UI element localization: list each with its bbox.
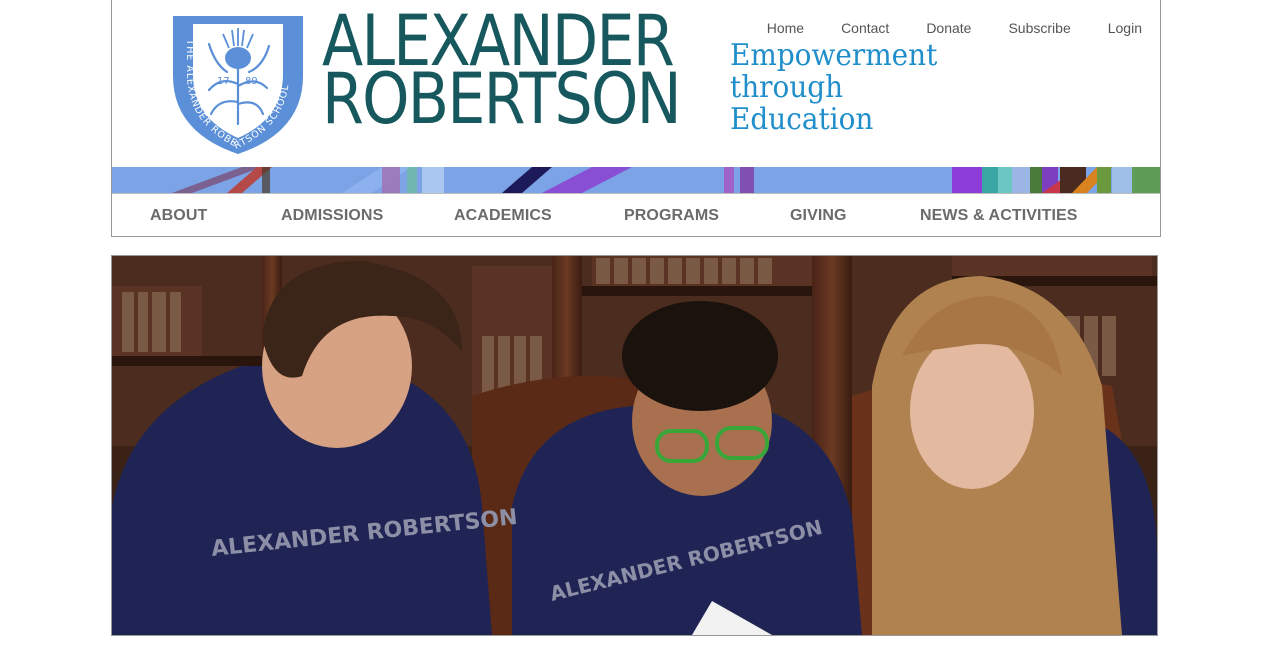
tartan-band bbox=[112, 167, 1160, 193]
tagline-line1: Empowerment bbox=[730, 38, 938, 73]
nav-link-login[interactable]: Login bbox=[1108, 20, 1142, 36]
nav-link-home[interactable]: Home bbox=[767, 20, 804, 36]
school-seal-logo[interactable]: THE ALEXANDER ROBERTSON SCHOOL 17 89 bbox=[169, 14, 307, 154]
tagline-line2: through bbox=[730, 70, 844, 105]
tagline-line3: Education bbox=[730, 102, 874, 137]
seal-year-left: 17 bbox=[217, 76, 230, 87]
nav-link-subscribe[interactable]: Subscribe bbox=[1008, 20, 1070, 36]
nav-item-giving[interactable]: GIVING bbox=[790, 207, 847, 225]
utility-nav: Home Contact Donate Subscribe Login bbox=[730, 20, 1142, 36]
seal-year-right: 89 bbox=[245, 76, 258, 87]
hero-photo-students-reading: ALEXANDER ROBERTSON ALEXANDER ROBERTSON bbox=[112, 256, 1157, 635]
main-nav: ABOUT ADMISSIONS ACADEMICS PROGRAMS GIVI… bbox=[112, 193, 1160, 236]
nav-item-admissions[interactable]: ADMISSIONS bbox=[281, 207, 383, 225]
site-header-frame: THE ALEXANDER ROBERTSON SCHOOL 17 89 ALE… bbox=[111, 0, 1161, 237]
nav-item-news-activities[interactable]: NEWS & ACTIVITIES bbox=[920, 207, 1078, 225]
nav-link-contact[interactable]: Contact bbox=[841, 20, 889, 36]
school-name-wordmark[interactable]: ALEXANDER ROBERTSON bbox=[322, 6, 738, 140]
nav-item-programs[interactable]: PROGRAMS bbox=[624, 207, 719, 225]
nav-link-donate[interactable]: Donate bbox=[926, 20, 971, 36]
school-tagline: Empowerment through Education bbox=[730, 40, 937, 136]
school-name-line2: ROBERTSON bbox=[322, 58, 682, 140]
hero-image: ALEXANDER ROBERTSON ALEXANDER ROBERTSON bbox=[111, 255, 1158, 636]
nav-item-about[interactable]: ABOUT bbox=[150, 207, 207, 225]
nav-item-academics[interactable]: ACADEMICS bbox=[454, 207, 552, 225]
site-header: THE ALEXANDER ROBERTSON SCHOOL 17 89 ALE… bbox=[112, 0, 1160, 166]
